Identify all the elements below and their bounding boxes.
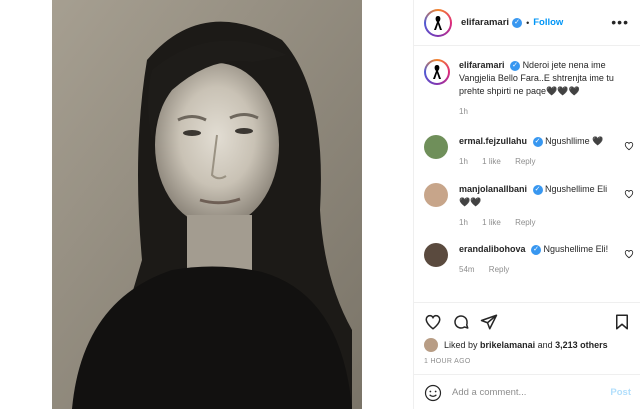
post-comment-button[interactable]: Post [610,387,631,398]
comment-icon[interactable] [452,313,470,331]
post-side-panel: elifaramari ✓ • Follow ••• elifaramari ✓ [413,0,640,409]
comment-likes[interactable]: 1 like [482,218,501,227]
verified-icon: ✓ [512,17,523,28]
author-avatar[interactable] [424,8,452,37]
share-icon[interactable] [480,313,498,331]
verified-icon: ✓ [532,184,543,195]
likes-summary: Liked by brikelamanai and 3,213 others [424,338,608,352]
comment-text: Ngushllime 🖤 [545,136,604,146]
heart-icon[interactable] [624,141,634,151]
post-actions: Liked by brikelamanai and 3,213 others 1… [414,302,640,409]
follow-button[interactable]: Follow [533,17,563,28]
liker-username[interactable]: brikelamanai [480,340,535,350]
comment-input[interactable] [452,387,592,398]
comments-list: elifaramari ✓ Nderoi jete nena ime Vangj… [414,47,640,300]
likes-prefix: Liked by [444,340,478,350]
verified-icon: ✓ [510,60,521,71]
comment-time[interactable]: 1h [459,157,468,166]
liker-avatar[interactable] [424,338,438,352]
heart-icon[interactable] [624,249,634,259]
more-options-button[interactable]: ••• [611,14,629,30]
heart-icon[interactable] [424,313,442,331]
separator-dot: • [526,17,530,28]
likes-count[interactable]: 3,213 others [555,340,608,350]
post-image-area [0,0,413,409]
comment-username[interactable]: manjolanallbani [459,184,527,194]
reply-button[interactable]: Reply [515,218,535,227]
comment-username[interactable]: erandalibohova [459,244,526,254]
comment-time[interactable]: 1h [459,218,468,227]
ribbon-icon [433,65,441,79]
author-username[interactable]: elifaramari [461,17,509,28]
post-photo[interactable] [52,0,362,409]
commenter-avatar[interactable] [424,135,448,159]
commenter-avatar[interactable] [424,243,448,267]
post-timestamp[interactable]: 1 HOUR AGO [424,358,471,365]
add-comment-bar: Post [414,374,640,409]
instagram-post-page: elifaramari ✓ • Follow ••• elifaramari ✓ [0,0,640,409]
comment-text: Ngushellime Eli! [543,244,609,254]
likes-connector: and [537,340,553,350]
comment-likes[interactable]: 1 like [482,157,501,166]
post-header: elifaramari ✓ • Follow ••• [414,0,640,46]
caption-username[interactable]: elifaramari [459,60,505,70]
comment-time[interactable]: 54m [459,265,475,274]
commenter-avatar[interactable] [424,183,448,207]
bookmark-icon[interactable] [613,313,631,331]
caption-avatar[interactable] [424,59,450,85]
verified-icon: ✓ [532,136,543,147]
reply-button[interactable]: Reply [515,157,535,166]
portrait-illustration [52,0,362,409]
emoji-icon[interactable] [424,384,442,402]
ribbon-icon [434,15,442,30]
caption-time[interactable]: 1h [459,107,468,116]
heart-icon[interactable] [624,189,634,199]
comment-username[interactable]: ermal.fejzullahu [459,136,527,146]
reply-button[interactable]: Reply [489,265,509,274]
verified-icon: ✓ [531,244,542,255]
